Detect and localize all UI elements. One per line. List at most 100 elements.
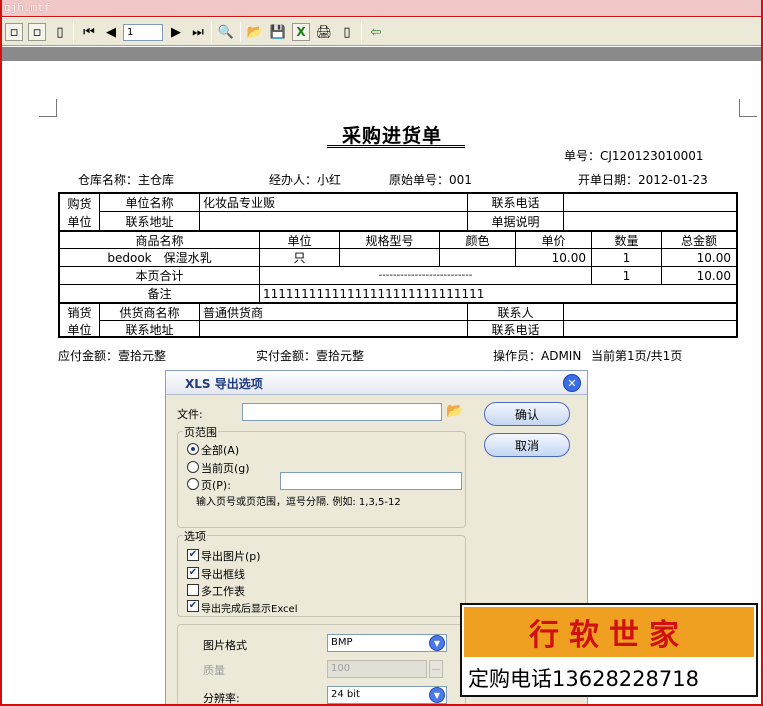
page-number-input[interactable]: 1 — [123, 24, 163, 41]
seller-row-2: 单位 联系地址 联系电话 — [60, 321, 736, 338]
margin-corner-tl — [39, 99, 57, 117]
row-amount: 10.00 — [662, 249, 736, 267]
page-setup-icon[interactable]: ▯ — [338, 23, 356, 41]
next-page-icon[interactable]: ▶ — [167, 23, 185, 41]
open-excel-checkbox[interactable]: ✔ — [187, 600, 199, 612]
margin-corner-tr — [739, 99, 757, 117]
title-bar: gjh.mtf — [2, 0, 761, 17]
page-single-icon[interactable]: ▫ — [5, 23, 23, 41]
resolution-label: 分辨率: — [203, 692, 240, 705]
range-current-label: 当前页(g) — [201, 462, 250, 475]
col-amount: 总金额 — [662, 232, 736, 249]
seller-group-label-1: 销货 — [60, 304, 100, 321]
ad-brand-block: 行软世家 — [464, 607, 754, 657]
col-color: 颜色 — [440, 232, 516, 249]
last-page-icon[interactable]: ⏭ — [189, 23, 207, 41]
contact-value — [564, 304, 736, 321]
export-frames-label: 导出框线 — [201, 568, 245, 581]
buyer-phone-value — [564, 194, 736, 212]
buyer-row-2: 单位 联系地址 单据说明 — [60, 212, 736, 230]
column-header-row: 商品名称 单位 规格型号 颜色 单价 数量 总金额 — [60, 232, 736, 249]
dialog-title: XLS 导出选项 — [185, 377, 263, 391]
page-width-icon[interactable]: ▯ — [51, 23, 69, 41]
seller-phone-label: 联系电话 — [468, 321, 564, 338]
chevron-down-icon[interactable]: ▼ — [429, 687, 445, 703]
buyer-phone-label: 联系电话 — [468, 194, 564, 212]
excel-export-icon[interactable]: X — [292, 23, 310, 41]
subtotal-amount: 10.00 — [662, 267, 736, 285]
subtotal-dashes: -------------------------- — [260, 267, 592, 285]
remarks-row: 备注 11111111111111111111111111111 — [60, 285, 736, 302]
page-range-title: 页范围 — [183, 424, 218, 440]
contact-label: 联系人 — [468, 304, 564, 321]
col-qty: 数量 — [592, 232, 662, 249]
buyer-row-1: 购货 单位名称 化妆品专业贩 联系电话 — [60, 194, 736, 212]
window-title: gjh.mtf — [4, 1, 51, 14]
range-all-label: 全部(A) — [201, 444, 240, 457]
first-page-icon[interactable]: ⏮ — [80, 23, 98, 41]
range-current-radio[interactable] — [187, 461, 199, 473]
report-title: 采购进货单 — [342, 125, 443, 147]
buyer-group-label-2: 单位 — [60, 212, 100, 230]
prev-page-icon[interactable]: ◀ — [102, 23, 120, 41]
order-date: 开单日期：2012-01-23 — [578, 173, 708, 187]
close-icon[interactable]: ✕ — [563, 374, 581, 392]
ok-button[interactable]: 确认 — [484, 402, 570, 426]
file-input[interactable] — [242, 403, 442, 421]
seller-phone-value — [564, 321, 736, 338]
range-pages-input[interactable] — [280, 472, 462, 490]
title-underline — [327, 145, 465, 148]
advertisement-banner: 行软世家 定购电话13628228718 — [460, 603, 758, 697]
quality-input[interactable]: 100 — [327, 660, 427, 678]
zoom-icon[interactable]: 🔍 — [217, 23, 235, 41]
buyer-group-label-1: 购货 — [60, 194, 100, 212]
quality-label: 质量 — [203, 664, 225, 677]
preview-header-bar — [2, 47, 761, 61]
file-label: 文件: — [177, 408, 203, 421]
image-format-label: 图片格式 — [203, 639, 247, 652]
memo-label: 单据说明 — [468, 212, 564, 230]
quality-spinner[interactable] — [429, 660, 443, 678]
seller-row-1: 销货 供货商名称 普通供货商 联系人 — [60, 304, 736, 321]
cancel-button[interactable]: 取消 — [484, 433, 570, 457]
subtotal-qty: 1 — [592, 267, 662, 285]
browse-folder-icon[interactable]: 📂 — [446, 403, 463, 419]
row-color — [440, 249, 516, 267]
warehouse-name: 仓库名称：主仓库 — [78, 173, 175, 187]
export-images-label: 导出图片(p) — [201, 550, 261, 563]
range-all-radio[interactable] — [187, 443, 199, 455]
chevron-down-icon[interactable]: ▼ — [429, 635, 445, 651]
range-pages-radio[interactable] — [187, 478, 199, 490]
exit-icon[interactable]: ⇦ — [367, 23, 385, 41]
row-product-name: bedook 保湿水乳 — [60, 249, 260, 267]
export-frames-checkbox[interactable]: ✔ — [187, 567, 199, 579]
row-spec — [340, 249, 440, 267]
buyer-address-label: 联系地址 — [100, 212, 200, 230]
app-window: gjh.mtf ▫ ▫ ▯ ⏮ ◀ 1 ▶ ⏭ 🔍 📂 💾 X 🖨 ▯ ⇦ 采购… — [0, 0, 763, 706]
range-hint: 输入页号或页范围，逗号分隔. 例如: 1,3,5-12 — [196, 497, 401, 508]
unit-name-value: 化妆品专业贩 — [200, 194, 468, 212]
col-unit: 单位 — [260, 232, 340, 249]
supplier-value: 普通供货商 — [200, 304, 468, 321]
page-double-icon[interactable]: ▫ — [28, 23, 46, 41]
row-qty: 1 — [592, 249, 662, 267]
subtotal-row: 本页合计 -------------------------- 1 10.00 — [60, 267, 736, 285]
remarks-label: 备注 — [60, 285, 260, 302]
multi-sheet-checkbox[interactable] — [187, 584, 199, 596]
supplier-label: 供货商名称 — [100, 304, 200, 321]
save-icon[interactable]: 💾 — [269, 23, 287, 41]
purchase-table: 购货 单位名称 化妆品专业贩 联系电话 单位 联系地址 单据说明 商品名称 单位… — [58, 192, 738, 338]
operator: 操作员：ADMIN — [493, 349, 582, 363]
options-title: 选项 — [183, 528, 207, 544]
memo-value — [564, 212, 736, 230]
seller-address-value — [200, 321, 468, 338]
payable-amount: 应付金额：壹拾元整 — [58, 349, 167, 363]
paid-amount: 实付金额：壹拾元整 — [256, 349, 365, 363]
export-images-checkbox[interactable]: ✔ — [187, 549, 199, 561]
doc-number: 单号：CJ120123010001 — [564, 149, 704, 163]
seller-group-label-2: 单位 — [60, 321, 100, 338]
open-folder-icon[interactable]: 📂 — [246, 23, 264, 41]
col-spec: 规格型号 — [340, 232, 440, 249]
print-icon[interactable]: 🖨 — [315, 23, 333, 41]
multi-sheet-label: 多工作表 — [201, 585, 245, 598]
